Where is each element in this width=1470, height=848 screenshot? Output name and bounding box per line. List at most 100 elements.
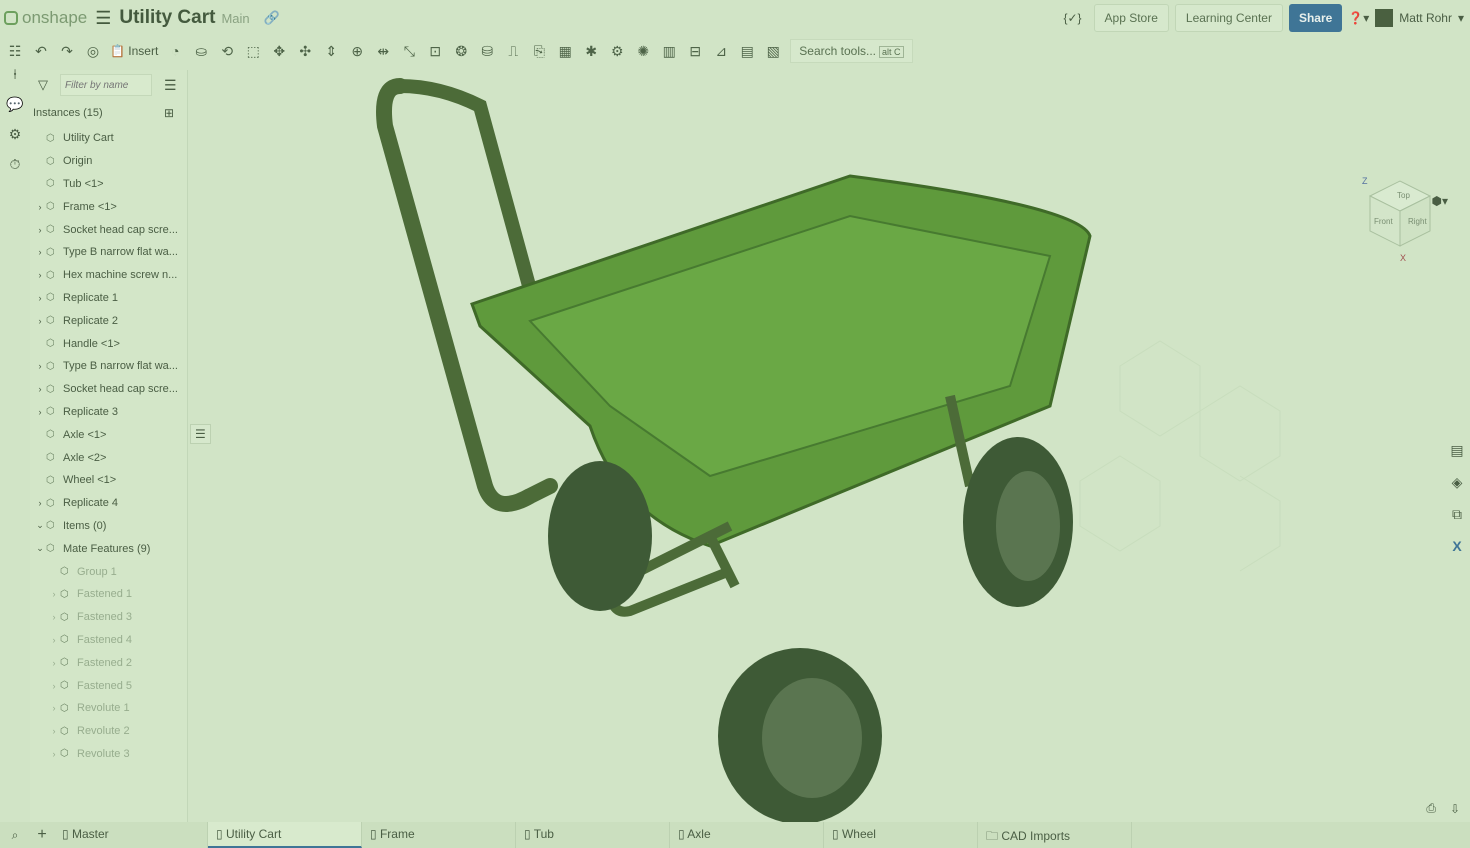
chevron-icon[interactable]: › (34, 498, 46, 508)
parts-icon[interactable]: ⚙ (0, 126, 30, 156)
tree-item[interactable]: ›⬡Replicate 3 (30, 401, 188, 424)
chevron-icon[interactable]: › (34, 270, 46, 280)
bom-icon[interactable]: ▤ (738, 42, 756, 60)
fasten-mate-icon[interactable]: ⬚ (244, 42, 262, 60)
learning-center-button[interactable]: Learning Center (1175, 4, 1283, 32)
tree-item[interactable]: ›⬡Revolute 3 (30, 743, 188, 766)
app-x-icon[interactable]: X (1446, 538, 1468, 570)
help-icon[interactable]: ❓▾ (1348, 11, 1369, 25)
chevron-icon[interactable]: › (34, 247, 46, 257)
slider-mate-icon[interactable]: ✥ (270, 42, 288, 60)
tree-item[interactable]: ⌄⬡Mate Features (9) (30, 537, 188, 560)
chevron-icon[interactable]: › (48, 612, 60, 622)
screw-relation-icon[interactable]: ⎍ (504, 42, 522, 60)
tree-item[interactable]: ›⬡Type B narrow flat wa... (30, 241, 188, 264)
tree-item[interactable]: ›⬡Fastened 5 (30, 674, 188, 697)
link-icon[interactable]: 🔗 (264, 10, 280, 26)
tree-item[interactable]: ›⬡Fastened 3 (30, 606, 188, 629)
replicate-icon[interactable]: ⚙ (608, 42, 626, 60)
cube-right-label[interactable]: Right (1408, 217, 1427, 226)
chevron-icon[interactable]: › (34, 407, 46, 417)
hamburger-menu-icon[interactable]: ☰ (95, 8, 111, 29)
share-button[interactable]: Share (1289, 4, 1342, 32)
cylinder-icon[interactable]: ⛀ (192, 42, 210, 60)
tree-item[interactable]: ⬡Utility Cart (30, 127, 188, 150)
undo-icon[interactable]: ↶ (32, 42, 50, 60)
tree-item[interactable]: ⬡Tub <1> (30, 173, 188, 196)
user-menu[interactable]: Matt Rohr (1399, 11, 1452, 25)
avatar[interactable] (1375, 9, 1393, 27)
search-tabs-icon[interactable]: ⌕ (0, 828, 30, 843)
onshape-logo[interactable]: onshape (4, 8, 87, 28)
tree-item[interactable]: ›⬡Frame <1> (30, 195, 188, 218)
section-icon[interactable]: ▦ (556, 42, 574, 60)
cube-top-label[interactable]: Top (1397, 191, 1410, 200)
mate-values-icon[interactable]: ⧉ (1446, 506, 1468, 538)
tree-item[interactable]: ⬡Axle <1> (30, 423, 188, 446)
3d-viewport[interactable]: Top Front Right Z X ⬢▾ ▤ ◈ ⧉ X ⎙ ⇩ (190, 66, 1470, 822)
comments-icon[interactable]: 💬 (0, 96, 30, 126)
redo-icon[interactable]: ↷ (58, 42, 76, 60)
chevron-icon[interactable]: › (48, 589, 60, 599)
insert-part-icon[interactable]: ◎ (84, 42, 102, 60)
mate-connector-icon[interactable]: ⤡ (400, 42, 418, 60)
gear-relation-icon[interactable]: ❂ (452, 42, 470, 60)
rack-icon[interactable]: ⛁ (478, 42, 496, 60)
appearance-icon[interactable]: ◈ (1446, 474, 1468, 506)
document-title[interactable]: Utility Cart (119, 7, 215, 29)
revolve-mate-icon[interactable]: ⟲ (218, 42, 236, 60)
tree-item[interactable]: ›⬡Replicate 4 (30, 492, 188, 515)
measure-icon[interactable]: ⊟ (686, 42, 704, 60)
tab-axle[interactable]: ▯ Axle (670, 822, 824, 848)
tree-item[interactable]: ⬡Group 1 (30, 560, 188, 583)
tree-item[interactable]: ›⬡Type B narrow flat wa... (30, 355, 188, 378)
explode-icon[interactable]: ✱ (582, 42, 600, 60)
tab-tub[interactable]: ▯ Tub (516, 822, 670, 848)
chevron-icon[interactable]: ⌄ (34, 543, 46, 554)
search-tools-input[interactable]: Search tools...alt C (790, 39, 912, 63)
tree-item[interactable]: ⬡Handle <1> (30, 332, 188, 355)
branch-name[interactable]: Main (221, 11, 249, 26)
tree-item[interactable]: ›⬡Hex machine screw n... (30, 264, 188, 287)
chevron-icon[interactable]: › (48, 681, 60, 691)
tree-item[interactable]: ›⬡Fastened 2 (30, 651, 188, 674)
tree-item[interactable]: ›⬡Revolute 1 (30, 697, 188, 720)
group-icon[interactable]: ⊡ (426, 42, 444, 60)
chevron-icon[interactable]: › (48, 658, 60, 668)
insert-button[interactable]: 📋 Insert (110, 44, 158, 58)
chevron-icon[interactable]: ⌄ (34, 520, 46, 531)
tree-item[interactable]: ›⬡Replicate 2 (30, 309, 188, 332)
drawing-icon[interactable]: ⊿ (712, 42, 730, 60)
chevron-icon[interactable]: › (34, 202, 46, 212)
tab-cad-imports[interactable]: 🗀 CAD Imports (978, 822, 1132, 848)
tab-master[interactable]: ▯ Master (54, 822, 208, 848)
chevron-icon[interactable]: › (48, 749, 60, 759)
ball-mate-icon[interactable]: ⊕ (348, 42, 366, 60)
chevron-icon[interactable]: › (34, 316, 46, 326)
filter-icon[interactable]: ▽ (38, 77, 48, 93)
cube-front-label[interactable]: Front (1374, 217, 1393, 226)
tree-item[interactable]: ›⬡Replicate 1 (30, 287, 188, 310)
timer-icon[interactable]: ⏱ (0, 156, 30, 186)
tree-item[interactable]: ⌄⬡Items (0) (30, 515, 188, 538)
mate-icon[interactable]: ⍿ (0, 66, 30, 96)
history-icon[interactable]: ◔ (166, 42, 184, 60)
utility-cart-model[interactable] (190, 66, 1470, 822)
tab-utility-cart[interactable]: ▯ Utility Cart (208, 822, 362, 848)
chevron-icon[interactable]: › (34, 293, 46, 303)
chevron-icon[interactable]: › (48, 726, 60, 736)
tree-item[interactable]: ›⬡Fastened 1 (30, 583, 188, 606)
view-cube[interactable]: Top Front Right Z X (1340, 166, 1450, 279)
view-options-icon[interactable]: ⬢▾ (1432, 194, 1449, 208)
filter-input[interactable] (60, 74, 152, 96)
chevron-icon[interactable]: › (48, 703, 60, 713)
chevron-icon[interactable]: › (34, 225, 46, 235)
print-icon[interactable]: ⎙ (1426, 801, 1436, 816)
tab-wheel[interactable]: ▯ Wheel (824, 822, 978, 848)
parallel-mate-icon[interactable]: ⇹ (374, 42, 392, 60)
feature-list-icon[interactable]: ☷ (6, 42, 24, 60)
settings-icon[interactable]: ✺ (634, 42, 652, 60)
new-folder-icon[interactable]: ⊞ (164, 106, 174, 120)
linear-relation-icon[interactable]: ⎘ (530, 42, 548, 60)
app-store-button[interactable]: App Store (1094, 4, 1169, 32)
